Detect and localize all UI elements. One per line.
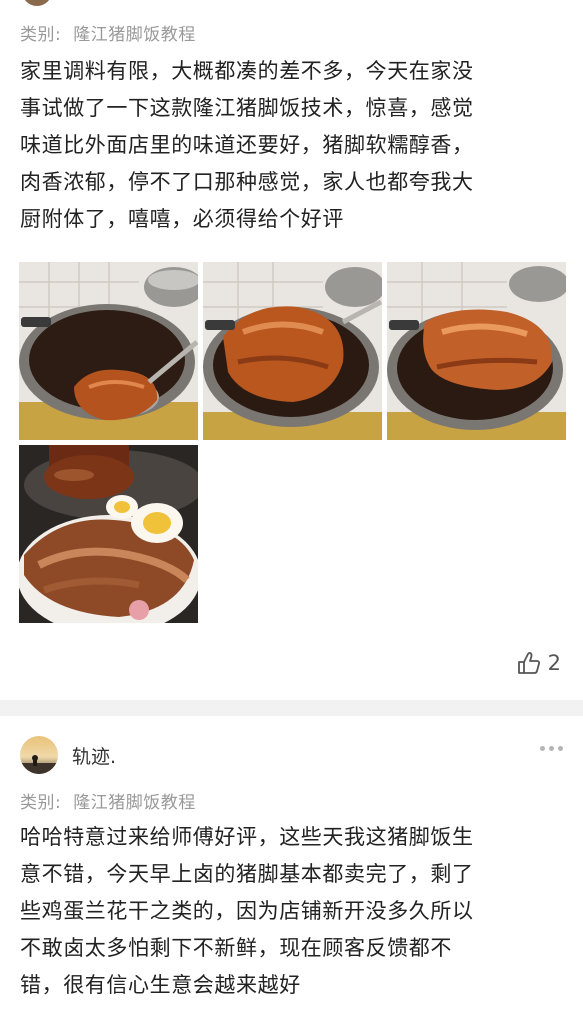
- category-value[interactable]: 隆江猪脚饭教程: [73, 793, 196, 813]
- pot-photo-1[interactable]: [19, 262, 198, 440]
- pot-photo-2[interactable]: [203, 262, 382, 440]
- photo-grid: [19, 262, 567, 624]
- rice-bowl-photo[interactable]: [19, 445, 198, 623]
- avatar[interactable]: [20, 736, 58, 774]
- review-line: 不敢卤太多怕剩下不新鲜，现在顾客反馈都不: [20, 936, 452, 960]
- review-line: 家里调料有限，大概都凑的差不多，今天在家没: [20, 59, 474, 83]
- review-post: 类别: 隆江猪脚饭教程 家里调料有限，大概都凑的差不多，今天在家没 事试做了一下这…: [0, 0, 583, 700]
- like-count: 2: [547, 651, 561, 675]
- review-line: 味道比外面店里的味道还要好，猪脚软糯醇香，: [20, 133, 474, 157]
- review-text: 哈哈特意过来给师傅好评，这些天我这猪脚饭生 意不错，今天早上卤的猪脚基本都卖完了…: [20, 819, 570, 1004]
- like-button[interactable]: 2: [516, 650, 561, 676]
- post-divider: [0, 700, 583, 716]
- username[interactable]: 轨迹.: [72, 742, 116, 769]
- category-value[interactable]: 隆江猪脚饭教程: [73, 25, 196, 45]
- more-dots-icon[interactable]: [540, 746, 563, 751]
- review-line: 厨附体了，嘻嘻，必须得给个好评: [20, 207, 344, 231]
- review-line: 意不错，今天早上卤的猪脚基本都卖完了，剩了: [20, 862, 474, 886]
- review-line: 肉香浓郁，停不了口那种感觉，家人也都夸我大: [20, 170, 474, 194]
- category-label: 类别:: [20, 793, 62, 813]
- review-line: 错，很有信心生意会越来越好: [20, 973, 301, 997]
- user-row: 轨迹.: [20, 736, 116, 774]
- review-text: 家里调料有限，大概都凑的差不多，今天在家没 事试做了一下这款隆江猪脚饭技术，惊喜…: [20, 53, 570, 238]
- thumbs-up-icon: [517, 651, 540, 674]
- review-line: 些鸡蛋兰花干之类的，因为店铺新开没多久所以: [20, 899, 474, 923]
- category-label: 类别:: [20, 25, 62, 45]
- review-line: 哈哈特意过来给师傅好评，这些天我这猪脚饭生: [20, 825, 474, 849]
- review-post: 轨迹. 类别: 隆江猪脚饭教程 哈哈特意过来给师傅好评，这些天我这猪脚饭生 意不错…: [0, 716, 583, 1024]
- review-line: 事试做了一下这款隆江猪脚饭技术，惊喜，感觉: [20, 96, 474, 120]
- pot-photo-3[interactable]: [387, 262, 566, 440]
- category-row: 类别: 隆江猪脚饭教程: [20, 788, 196, 813]
- category-row: 类别: 隆江猪脚饭教程: [20, 20, 196, 45]
